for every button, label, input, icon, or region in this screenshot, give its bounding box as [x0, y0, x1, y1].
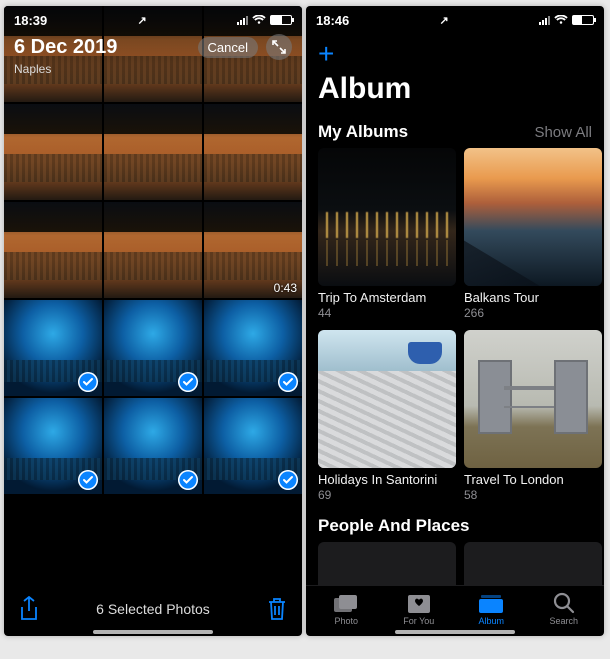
- albums-row[interactable]: Trip To Amsterdam 44 Balkans Tour 266 V: [306, 148, 604, 320]
- photo-thumbnail[interactable]: [204, 398, 302, 494]
- album-name: Balkans Tour: [464, 290, 602, 305]
- status-time: 18:39: [14, 13, 47, 28]
- status-bar: 18:39 ↗: [4, 8, 302, 32]
- battery-icon: [572, 15, 594, 25]
- album-name: Travel To London: [464, 472, 602, 487]
- tab-label: Search: [549, 616, 578, 626]
- show-all-link[interactable]: Show All: [534, 124, 592, 141]
- album-count: 58: [464, 488, 602, 502]
- section-header-my-albums: My Albums Show All: [306, 114, 604, 148]
- section-heading: People And Places: [306, 502, 604, 542]
- photo-thumbnail[interactable]: [204, 104, 302, 200]
- tab-label: For You: [403, 616, 434, 626]
- album-item[interactable]: Trip To Amsterdam 44: [318, 148, 456, 320]
- checkmark-icon: [178, 470, 198, 490]
- album-cover: [318, 330, 456, 468]
- photo-thumbnail[interactable]: [4, 104, 102, 200]
- album-cover: [318, 148, 456, 286]
- photo-thumbnail[interactable]: [104, 104, 202, 200]
- cancel-button[interactable]: Cancel: [198, 37, 258, 58]
- selection-count: 6 Selected Photos: [96, 601, 210, 617]
- cellular-icon: [539, 15, 550, 25]
- photo-thumbnail[interactable]: [104, 202, 202, 298]
- albums-row[interactable]: Holidays In Santorini 69 Travel To Londo…: [306, 330, 604, 502]
- share-icon[interactable]: [18, 596, 40, 622]
- checkmark-icon: [178, 372, 198, 392]
- video-thumbnail[interactable]: 0:43: [204, 202, 302, 298]
- header-date: 6 Dec 2019: [14, 36, 117, 59]
- album-name: Holidays In Santorini: [318, 472, 456, 487]
- photo-thumbnail[interactable]: [4, 398, 102, 494]
- wifi-icon: [554, 15, 568, 25]
- checkmark-icon: [278, 470, 298, 490]
- tab-label: Photo: [334, 616, 358, 626]
- tab-albums[interactable]: Album: [455, 594, 528, 626]
- home-indicator[interactable]: [93, 630, 213, 634]
- cellular-icon: [237, 15, 248, 25]
- album-item[interactable]: Travel To London 58: [464, 330, 602, 502]
- section-heading: My Albums: [318, 122, 408, 142]
- album-count: 69: [318, 488, 456, 502]
- page-title: Album: [306, 70, 604, 114]
- video-duration: 0:43: [274, 281, 297, 295]
- tab-for-you[interactable]: For You: [383, 594, 456, 626]
- header-location: Naples: [14, 62, 292, 76]
- album-cover: [464, 330, 602, 468]
- trash-icon[interactable]: [266, 596, 288, 622]
- status-bar: 18:46 ↗: [306, 8, 604, 32]
- photo-thumbnail[interactable]: [4, 300, 102, 396]
- album-item[interactable]: Holidays In Santorini 69: [318, 330, 456, 502]
- album-name: Trip To Amsterdam: [318, 290, 456, 305]
- add-album-button[interactable]: +: [306, 34, 604, 70]
- album-item[interactable]: Balkans Tour 266: [464, 148, 602, 320]
- status-time: 18:46: [316, 13, 349, 28]
- wifi-icon: [252, 15, 266, 25]
- album-count: 266: [464, 306, 602, 320]
- photo-thumbnail[interactable]: [104, 398, 202, 494]
- tab-search[interactable]: Search: [528, 592, 601, 626]
- tab-bar: Photo For You Album Search: [306, 585, 604, 628]
- album-count: 44: [318, 306, 456, 320]
- tab-label: Album: [478, 616, 504, 626]
- battery-icon: [270, 15, 292, 25]
- home-indicator[interactable]: [395, 630, 515, 634]
- photo-thumbnail[interactable]: [104, 300, 202, 396]
- photo-thumbnail[interactable]: [204, 300, 302, 396]
- photo-thumbnail[interactable]: [4, 202, 102, 298]
- checkmark-icon: [78, 470, 98, 490]
- selection-toolbar: 6 Selected Photos: [4, 588, 302, 626]
- album-cover: [464, 148, 602, 286]
- photo-grid: 0:43: [4, 6, 302, 636]
- tab-photos[interactable]: Photo: [310, 594, 383, 626]
- checkmark-icon: [278, 372, 298, 392]
- left-screen: 18:39 ↗ 6 Dec 2019 Cancel Naple: [4, 6, 302, 636]
- zoom-toggle-button[interactable]: [266, 34, 292, 60]
- checkmark-icon: [78, 372, 98, 392]
- right-screen: 18:46 ↗ + Album My Albums Show All Trip …: [306, 6, 604, 636]
